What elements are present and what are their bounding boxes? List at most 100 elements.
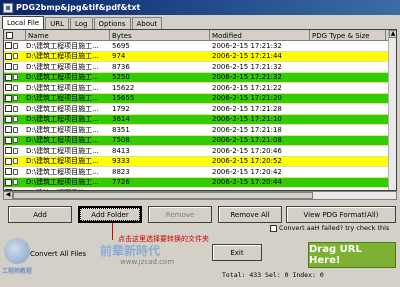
tab-options[interactable]: Options	[93, 17, 131, 29]
row-pdg-type	[310, 41, 386, 51]
row-checkbox-cell[interactable]	[4, 72, 26, 82]
header-modified[interactable]: Modified	[210, 30, 310, 41]
title-bar: PDG2bmp&jpg&tif&pdf&txt	[0, 0, 400, 15]
row-modified: 2006-2-15 17:20:42	[212, 167, 282, 176]
table-row[interactable]: D:\建筑工程项目施工... 7726 2006-2-15 17:20:44	[4, 177, 396, 188]
table-row[interactable]: D:\建筑工程项目施工... 15622 2006-2-15 17:21:22	[4, 83, 396, 94]
table-row[interactable]: D:\建筑工程项目施工... 8736 2006-2-15 17:21:32	[4, 62, 396, 73]
file-list[interactable]: Name Bytes Modified PDG Type & Size D:\建…	[3, 29, 397, 191]
list-rows: D:\建筑工程项目施工... 5695 2006-2-15 17:21:32 D:\建…	[4, 41, 396, 190]
table-row[interactable]: D:\建筑工程项目施工... 8413 2006-2-15 17:20:46	[4, 146, 396, 157]
row-checkbox[interactable]	[5, 73, 12, 81]
header-name[interactable]: Name	[26, 30, 110, 41]
row-checkbox-cell[interactable]	[4, 41, 26, 51]
exit-button[interactable]: Exit	[212, 244, 262, 261]
file-icon	[13, 63, 18, 70]
row-name: D:\建筑工程项目施工...	[26, 83, 99, 92]
row-name: D:\建筑工程项目施工...	[26, 146, 99, 155]
row-name: D:\建筑工程项目施工...	[26, 104, 99, 113]
row-pdg-type	[310, 156, 386, 166]
row-modified: 2006-2-15 17:21:18	[212, 125, 282, 134]
window-title: PDG2bmp&jpg&tif&pdf&txt	[16, 3, 141, 12]
add-folder-button[interactable]: Add Folder	[78, 206, 142, 223]
table-row[interactable]: D:\建筑工程项目施工... 5695 2006-2-15 17:21:32	[4, 41, 396, 52]
row-checkbox-cell[interactable]	[4, 177, 26, 187]
row-checkbox-cell[interactable]	[4, 62, 26, 72]
horizontal-scrollbar[interactable]: ◀	[3, 191, 397, 200]
row-checkbox[interactable]	[5, 84, 12, 92]
row-checkbox[interactable]	[5, 52, 12, 60]
convert-all-label[interactable]: Convert All Files	[30, 250, 86, 258]
header-check[interactable]	[4, 30, 26, 41]
row-name: D:\建筑工程项目施工...	[26, 94, 99, 103]
file-icon	[13, 137, 18, 144]
row-checkbox-cell[interactable]	[4, 125, 26, 135]
row-name: D:\建筑工程项目施工...	[26, 157, 99, 166]
row-checkbox-cell[interactable]	[4, 167, 26, 177]
row-modified: 2006-2-15 17:20:46	[212, 146, 282, 155]
add-button[interactable]: Add	[8, 206, 72, 223]
header-pdg-type[interactable]: PDG Type & Size	[310, 30, 386, 41]
convert-failed-checkbox[interactable]	[270, 224, 277, 232]
convert-failed-option[interactable]: Convert aaH failed? try check this	[270, 224, 389, 232]
remove-button[interactable]: Remove	[148, 206, 212, 223]
table-row[interactable]: D:\建筑工程项目施工... 9333 2006-2-15 17:20:52	[4, 156, 396, 167]
table-row[interactable]: D:\建筑工程项目施工... 8823 2006-2-15 17:20:42	[4, 167, 396, 178]
row-checkbox-cell[interactable]	[4, 104, 26, 114]
row-modified: 2006-2-15 17:21:10	[212, 115, 282, 124]
row-checkbox[interactable]	[5, 105, 12, 113]
row-checkbox[interactable]	[5, 147, 12, 155]
row-checkbox[interactable]	[5, 136, 12, 144]
header-bytes[interactable]: Bytes	[110, 30, 210, 41]
row-name: D:\建筑工程项目施工...	[26, 52, 99, 61]
row-modified: 2006-2-15 17:21:32	[212, 73, 282, 82]
table-row[interactable]: D:\建筑工程项目施工... 7508 2006-2-15 17:21:08	[4, 135, 396, 146]
row-bytes: 974	[112, 52, 126, 61]
file-icon	[13, 105, 18, 112]
drag-url-dropzone[interactable]: Drag URL Here!	[308, 242, 396, 268]
row-checkbox-cell[interactable]	[4, 51, 26, 61]
row-checkbox[interactable]	[5, 63, 12, 71]
row-checkbox[interactable]	[5, 178, 12, 186]
row-checkbox-cell[interactable]	[4, 135, 26, 145]
row-pdg-type	[310, 177, 386, 187]
horizontal-scroll-thumb[interactable]	[13, 192, 313, 199]
tab-about[interactable]: About	[131, 17, 163, 29]
row-modified: 2006-2-15 17:21:20	[212, 94, 282, 103]
row-checkbox[interactable]	[5, 115, 12, 123]
table-row[interactable]: D:\建筑工程项目施工... 974 2006-2-15 17:21:44	[4, 51, 396, 62]
row-checkbox[interactable]	[5, 157, 12, 165]
row-checkbox[interactable]	[5, 42, 12, 50]
row-checkbox[interactable]	[5, 126, 12, 134]
table-row[interactable]: D:\建筑工程项目施工... 15655 2006-2-15 17:21:20	[4, 93, 396, 104]
file-icon	[13, 158, 18, 165]
remove-all-button[interactable]: Remove All	[218, 206, 282, 223]
vertical-scrollbar[interactable]: ▲	[388, 30, 396, 190]
scroll-up-icon[interactable]: ▲	[389, 30, 396, 38]
tab-local-file[interactable]: Local File	[2, 16, 45, 29]
row-checkbox-cell[interactable]	[4, 146, 26, 156]
row-checkbox-cell[interactable]	[4, 114, 26, 124]
view-pdg-format-button[interactable]: View PDG Format(All)	[286, 206, 396, 223]
watermark-logo-text: 工程师教程	[2, 268, 33, 275]
row-bytes: 15622	[112, 83, 135, 92]
table-row[interactable]: D:\建筑工程项目施工... 3614 2006-2-15 17:21:10	[4, 114, 396, 125]
row-bytes: 9333	[112, 157, 130, 166]
row-checkbox-cell[interactable]	[4, 83, 26, 93]
table-row[interactable]: D:\建筑工程项目施工... 8351 2006-2-15 17:21:18	[4, 125, 396, 136]
row-pdg-type	[310, 83, 386, 93]
table-row[interactable]: D:\建筑工程项目施工... 1792 2006-2-15 17:21:28	[4, 104, 396, 115]
row-name: D:\建筑工程项目施工...	[26, 125, 99, 134]
tab-log[interactable]: Log	[69, 17, 93, 29]
file-icon	[13, 42, 18, 49]
tab-url[interactable]: URL	[45, 17, 69, 29]
row-pdg-type	[310, 93, 386, 103]
row-checkbox-cell[interactable]	[4, 93, 26, 103]
row-modified: 2006-2-15 17:21:22	[212, 83, 282, 92]
row-checkbox[interactable]	[5, 94, 12, 102]
table-row[interactable]: D:\建筑工程项目施工... 5250 2006-2-15 17:21:32	[4, 72, 396, 83]
row-checkbox[interactable]	[5, 168, 12, 176]
file-icon	[13, 168, 18, 175]
scroll-left-icon[interactable]: ◀	[4, 192, 13, 199]
row-checkbox-cell[interactable]	[4, 156, 26, 166]
